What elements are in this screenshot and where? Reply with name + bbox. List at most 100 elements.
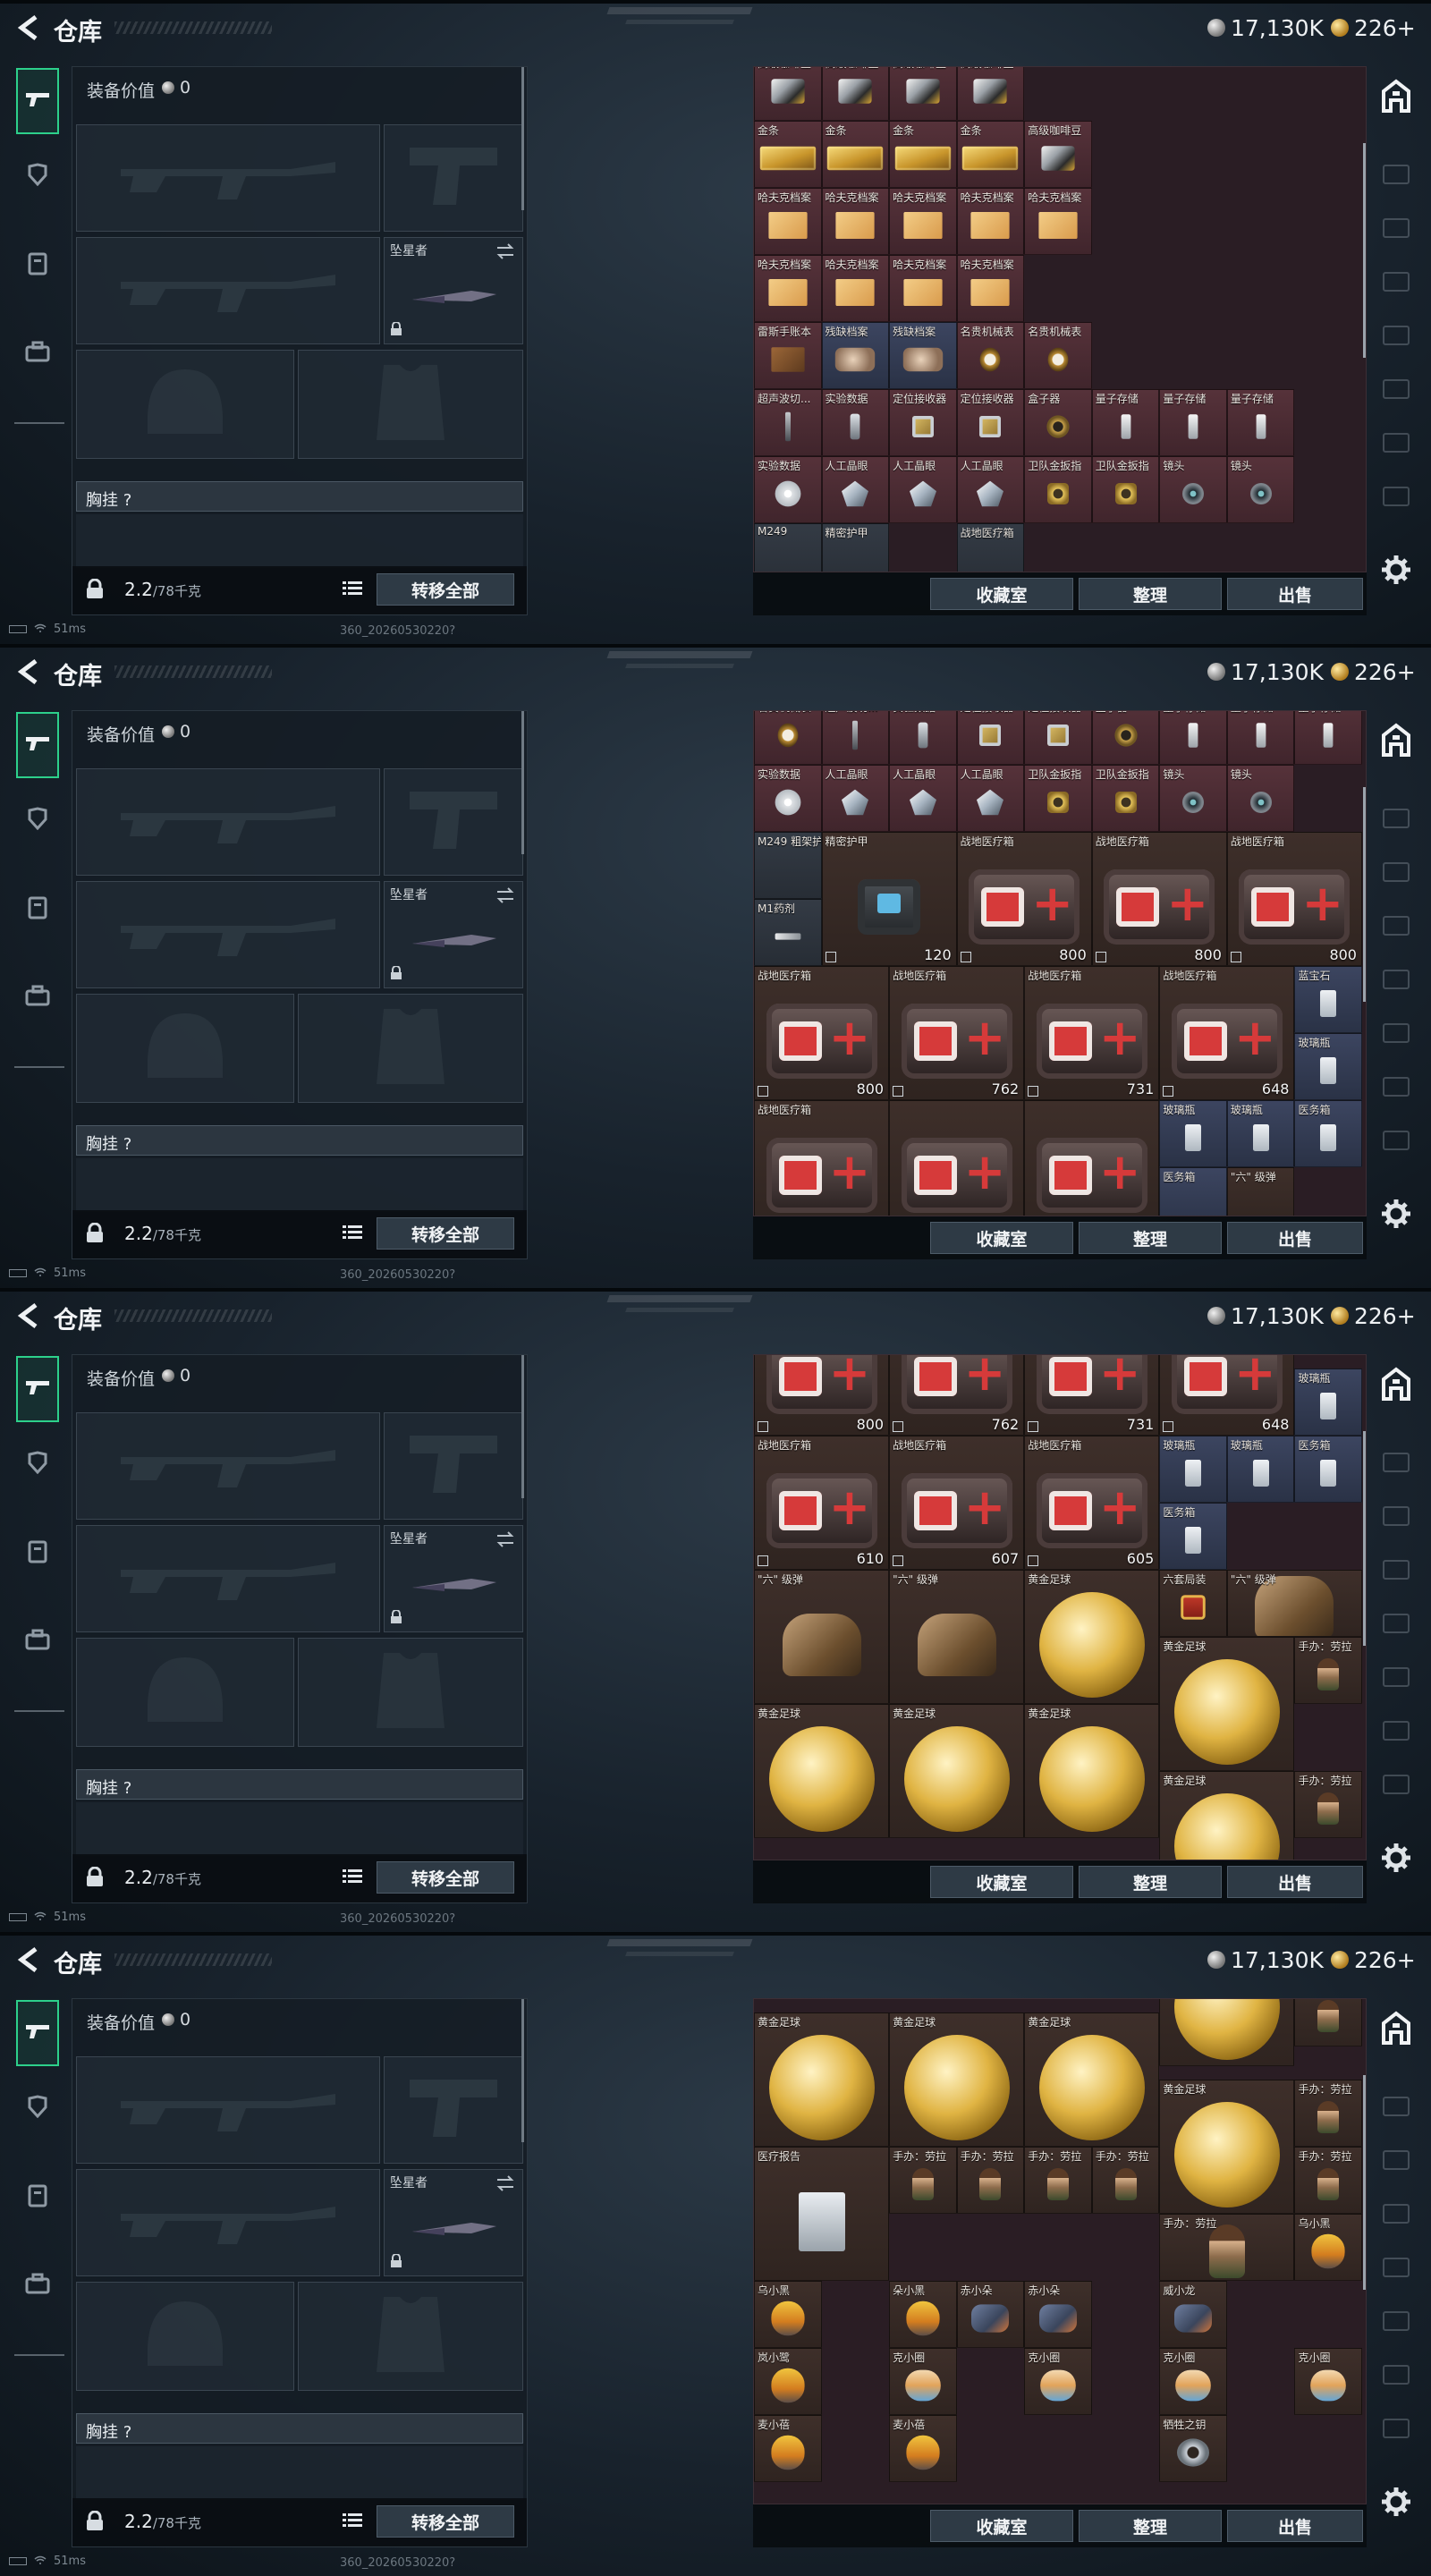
stash-item[interactable]: 实验数据 — [889, 711, 957, 765]
melee-slot[interactable]: 坠星者 — [384, 2169, 523, 2276]
stash-item[interactable]: 精密护甲 — [821, 523, 890, 572]
stash-item[interactable]: M249 粗架护木 — [754, 832, 822, 899]
body-armor-slot[interactable] — [298, 1638, 523, 1747]
stash-item[interactable]: 名贵机械表 — [956, 322, 1025, 389]
primary-weapon-slot[interactable] — [76, 768, 380, 876]
rail-item[interactable] — [1383, 1560, 1410, 1580]
stash-item[interactable]: 克小圈 — [1294, 2348, 1362, 2415]
stash-item[interactable]: 黄金足球 — [754, 1704, 890, 1838]
stash-item[interactable]: 金条 — [754, 121, 822, 188]
stash-item[interactable]: 战地医疗箱 762 — [889, 966, 1025, 1100]
rail-item[interactable] — [1383, 1721, 1410, 1741]
stash-item[interactable]: 六套局装 — [1159, 1570, 1227, 1637]
stash-item[interactable]: 实验数据 — [821, 389, 890, 456]
gold-currency[interactable]: 226+ — [1331, 658, 1416, 685]
rail-item[interactable] — [1383, 2204, 1410, 2224]
vault-icon[interactable] — [1376, 1363, 1417, 1404]
tab-armor[interactable] — [16, 143, 59, 209]
primary-weapon-slot[interactable] — [76, 124, 380, 232]
stash-item[interactable]: 哈夫克档案 — [889, 188, 957, 255]
stash-item[interactable]: 高级咖啡豆 — [1024, 121, 1092, 188]
rail-item[interactable] — [1383, 809, 1410, 828]
transfer-all-button[interactable]: 转移全部 — [377, 1217, 514, 1250]
rail-item[interactable] — [1383, 1775, 1410, 1794]
stash-item[interactable]: 岚小鹭 — [754, 2348, 822, 2415]
stash-item[interactable]: "六" 级弹 — [1226, 1167, 1295, 1216]
stash-item[interactable]: 战地医疗箱 800 — [1091, 832, 1227, 966]
tab-weapons[interactable] — [16, 68, 59, 134]
stash-item[interactable]: 定位接收器 — [1024, 711, 1092, 765]
stash-item[interactable]: 哈夫克档案 — [956, 188, 1025, 255]
stash-item[interactable]: 名贵机械表 — [1024, 322, 1092, 389]
transfer-all-button[interactable]: 转移全部 — [377, 1861, 514, 1894]
rail-item[interactable] — [1383, 165, 1410, 184]
stash-scrollbar[interactable] — [1363, 787, 1366, 1002]
stash-item[interactable]: 克小圈 — [1159, 2348, 1227, 2415]
stash-item[interactable]: 量子存储 — [1226, 711, 1295, 765]
stash-item[interactable]: 人工晶眼 — [956, 456, 1025, 523]
stash-item[interactable]: 精密护甲 120 — [821, 832, 957, 966]
body-armor-slot[interactable] — [298, 994, 523, 1103]
chest-rig-slot[interactable] — [76, 2446, 523, 2500]
gold-currency[interactable]: 226+ — [1331, 1302, 1416, 1329]
collection-room-button[interactable]: 收藏室 — [930, 1866, 1073, 1898]
stash-item[interactable]: 800 — [754, 1355, 890, 1436]
stash-item[interactable]: 玻璃瓶 — [1226, 1100, 1295, 1167]
rail-item[interactable] — [1383, 272, 1410, 292]
rail-item[interactable] — [1383, 2419, 1410, 2438]
stash-item[interactable]: 哈夫克档案 — [889, 255, 957, 322]
stash-item[interactable]: 赤小朵 — [956, 2281, 1025, 2348]
stash-item[interactable]: 哈夫克档案 — [821, 188, 890, 255]
stash-item[interactable] — [1294, 1999, 1362, 2046]
vault-icon[interactable] — [1376, 719, 1417, 760]
stash-item[interactable]: 量子存储 — [1159, 711, 1227, 765]
stash-item[interactable]: 战地医疗箱 648 — [1159, 966, 1295, 1100]
sort-button[interactable]: 整理 — [1079, 1866, 1222, 1898]
stash-item[interactable]: 648 — [1159, 1355, 1295, 1436]
swap-icon[interactable] — [495, 1531, 515, 1551]
swap-icon[interactable] — [495, 887, 515, 907]
gold-currency[interactable]: 226+ — [1331, 1946, 1416, 1973]
stash-item[interactable]: 卫队金扳指 — [1024, 456, 1092, 523]
stash-item[interactable]: 手办：劳拉 — [1294, 2147, 1362, 2214]
swap-icon[interactable] — [495, 243, 515, 263]
stash-item[interactable]: 卫队金扳指 — [1024, 765, 1092, 832]
pistol-slot[interactable] — [384, 1412, 523, 1520]
list-icon[interactable] — [343, 2512, 362, 2532]
stash-item[interactable]: 麦小蓓 — [754, 2415, 822, 2482]
helmet-slot[interactable] — [76, 994, 294, 1103]
loadout-scrollbar[interactable] — [521, 1355, 524, 1498]
stash-item[interactable]: 雷斯手账本 — [754, 322, 822, 389]
gear-icon[interactable] — [1381, 1199, 1411, 1233]
stash-item[interactable]: 名贵机械表 — [754, 711, 822, 765]
rail-item[interactable] — [1383, 326, 1410, 345]
collection-room-button[interactable]: 收藏室 — [930, 578, 1073, 610]
stash-item[interactable]: 乌小黑 — [1294, 2214, 1362, 2281]
stash-item[interactable]: 哈夫克档案 — [956, 255, 1025, 322]
sell-button[interactable]: 出售 — [1227, 2510, 1363, 2542]
collection-room-button[interactable]: 收藏室 — [930, 1222, 1073, 1254]
primary-weapon-slot[interactable] — [76, 2056, 380, 2164]
tab-case[interactable] — [16, 1608, 59, 1674]
rail-item[interactable] — [1383, 2097, 1410, 2116]
tab-vest[interactable] — [16, 2165, 59, 2231]
rail-item[interactable] — [1383, 2150, 1410, 2170]
stash-item[interactable]: 残缺档案 — [821, 322, 890, 389]
rail-item[interactable] — [1383, 1667, 1410, 1687]
stash-item[interactable]: 哈夫克档案 — [821, 255, 890, 322]
stash-item[interactable]: 战地医疗箱 731 — [1024, 966, 1160, 1100]
sell-button[interactable]: 出售 — [1227, 1222, 1363, 1254]
stash-item[interactable]: 高级咖啡豆 — [821, 67, 890, 121]
stash-item[interactable]: M249 — [754, 523, 822, 572]
stash-item[interactable]: 镜头 — [1226, 456, 1295, 523]
rail-item[interactable] — [1383, 218, 1410, 238]
stash-item[interactable]: 高级咖啡豆 — [754, 67, 822, 121]
secondary-weapon-slot[interactable] — [76, 1525, 380, 1632]
chest-rig-slot[interactable] — [76, 514, 523, 568]
stash-item[interactable]: 盒子器 — [1091, 711, 1160, 765]
rail-item[interactable] — [1383, 916, 1410, 936]
stash-item[interactable]: 手办：劳拉 — [1294, 1637, 1362, 1704]
stash-item[interactable]: 人工晶眼 — [821, 765, 890, 832]
stash-item[interactable]: 人工晶眼 — [821, 456, 890, 523]
stash-item[interactable]: 镜头 — [1159, 765, 1227, 832]
